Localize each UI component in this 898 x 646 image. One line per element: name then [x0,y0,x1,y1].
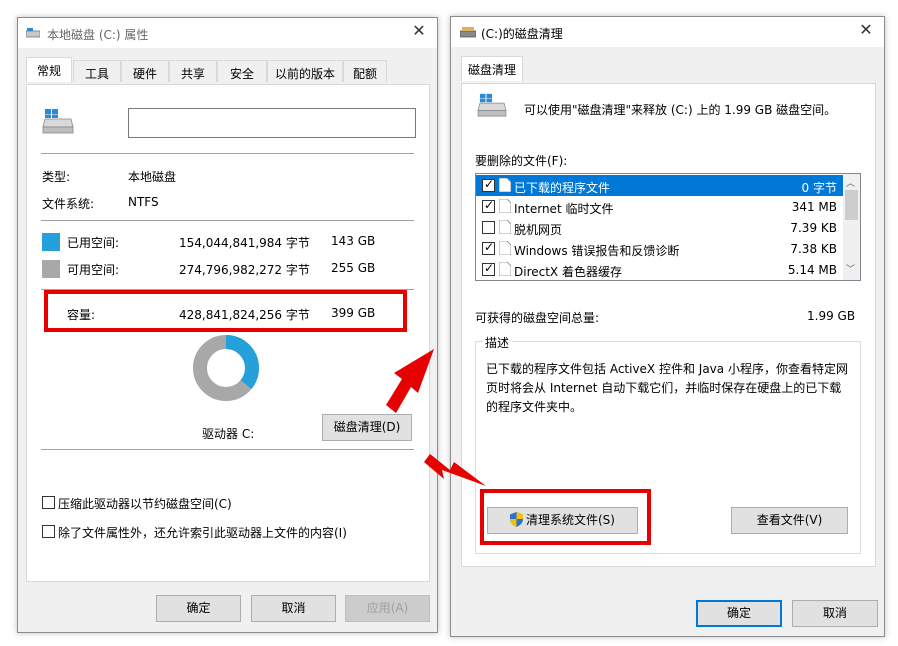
tab-general[interactable]: 常规 [26,57,72,82]
used-space-bytes: 154,044,841,984 字节 [179,236,310,250]
general-panel: 类型: 本地磁盘 文件系统: NTFS 已用空间: 154,044,841,98… [26,84,430,582]
drive-label: 驱动器 C: [202,427,255,441]
description-title: 描述 [482,334,513,351]
file-checkbox[interactable] [482,240,495,255]
usage-donut-chart [193,335,259,401]
free-space-label: 可用空间: [67,263,120,277]
divider [41,449,414,450]
red-arrow-to-clean-system [424,454,486,486]
file-size: 0 字节 [801,181,837,195]
apply-button[interactable]: 应用(A) [345,595,430,622]
file-list-item[interactable]: Internet 临时文件 341 MB [476,196,843,217]
compress-label: 压缩此驱动器以节约磁盘空间(C) [58,497,232,511]
file-type-icon [498,240,512,256]
drive-title-icon [25,27,41,38]
tab-hardware[interactable]: 硬件 [121,60,169,82]
file-name: 已下载的程序文件 [514,181,611,195]
drive-icon [476,92,508,118]
total-space-label: 可获得的磁盘空间总量: [475,311,600,325]
scroll-thumb[interactable] [845,190,858,220]
list-scrollbar[interactable]: ︿ ﹀ [843,174,860,280]
file-size: 7.38 KB [790,242,837,256]
file-list-item[interactable]: DirectX 着色器缓存 5.14 MB [476,259,843,280]
view-files-button[interactable]: 查看文件(V) [731,507,848,534]
description-text: 已下载的程序文件包括 ActiveX 控件和 Java 小程序，你查看特定网页时… [486,362,848,414]
tab-quota[interactable]: 配额 [343,60,387,82]
close-icon[interactable]: ✕ [858,22,874,38]
file-size: 341 MB [791,200,837,214]
title-bar[interactable]: (C:)的磁盘清理 ✕ [451,17,884,47]
cancel-button[interactable]: 取消 [792,600,878,627]
ok-button[interactable]: 确定 [156,595,241,622]
file-name: Windows 错误报告和反馈诊断 [514,244,680,258]
index-label: 除了文件属性外，还允许索引此驱动器上文件的内容(I) [58,526,347,540]
file-type-icon [498,198,512,214]
tab-tools[interactable]: 工具 [73,60,121,82]
file-name: DirectX 着色器缓存 [514,265,622,279]
scroll-down-icon[interactable]: ﹀ [846,262,855,275]
cleanup-title-icon [459,26,477,38]
close-icon[interactable]: ✕ [411,23,427,39]
title-bar[interactable]: 本地磁盘 (C:) 属性 ✕ [18,18,437,48]
used-space-size: 143 GB [331,234,376,248]
red-arrow-to-cleanup [386,349,434,413]
disk-cleanup-button[interactable]: 磁盘清理(D) [322,414,412,441]
scroll-up-icon[interactable]: ︿ [846,176,855,189]
file-list-item[interactable]: Windows 错误报告和反馈诊断 7.38 KB [476,238,843,259]
window-title: (C:)的磁盘清理 [481,27,563,41]
file-name: 脱机网页 [514,223,563,237]
file-size: 5.14 MB [787,263,837,277]
intro-text: 可以使用"磁盘清理"来释放 (C:) 上的 1.99 GB 磁盘空间。 [524,103,837,117]
file-type-icon [498,177,512,193]
volume-name-input[interactable] [128,108,416,138]
file-checkbox[interactable] [482,221,495,234]
file-list-item[interactable]: 已下载的程序文件 0 字节 [476,175,843,196]
divider [41,220,414,221]
file-checkbox[interactable] [482,198,495,213]
file-type-icon [498,261,512,277]
tab-sharing[interactable]: 共享 [169,60,217,82]
tab-previous-versions[interactable]: 以前的版本 [267,60,343,82]
used-space-swatch [42,233,60,251]
divider [41,153,414,154]
cancel-button[interactable]: 取消 [251,595,336,622]
filesystem-value: NTFS [128,195,159,209]
highlight-box-clean-system [480,489,651,545]
index-checkbox[interactable] [42,525,55,538]
ok-button[interactable]: 确定 [696,600,782,627]
free-space-swatch [42,260,60,278]
files-list[interactable]: 已下载的程序文件 0 字节 Internet 临时文件 341 MB 脱机网页 7.39 … [475,173,861,281]
type-value: 本地磁盘 [128,170,177,184]
file-name: Internet 临时文件 [514,202,614,216]
file-type-icon [498,219,512,235]
compress-checkbox[interactable] [42,496,55,509]
drive-icon [41,107,75,135]
file-list-item[interactable]: 脱机网页 7.39 KB [476,217,843,238]
files-to-delete-label: 要删除的文件(F): [475,154,568,168]
disk-cleanup-label: 磁盘清理(D) [333,420,401,434]
filesystem-label: 文件系统: [42,197,95,211]
file-checkbox[interactable] [482,261,495,276]
window-title: 本地磁盘 (C:) 属性 [47,28,149,42]
type-label: 类型: [42,170,71,184]
tab-disk-cleanup[interactable]: 磁盘清理 [461,56,523,81]
free-space-size: 255 GB [331,261,376,275]
free-space-bytes: 274,796,982,272 字节 [179,263,310,277]
file-checkbox[interactable] [482,177,495,192]
file-size: 7.39 KB [790,221,837,235]
used-space-label: 已用空间: [67,236,120,250]
tab-security[interactable]: 安全 [217,60,267,82]
highlight-box-capacity [44,290,407,332]
total-space-value: 1.99 GB [807,309,856,323]
